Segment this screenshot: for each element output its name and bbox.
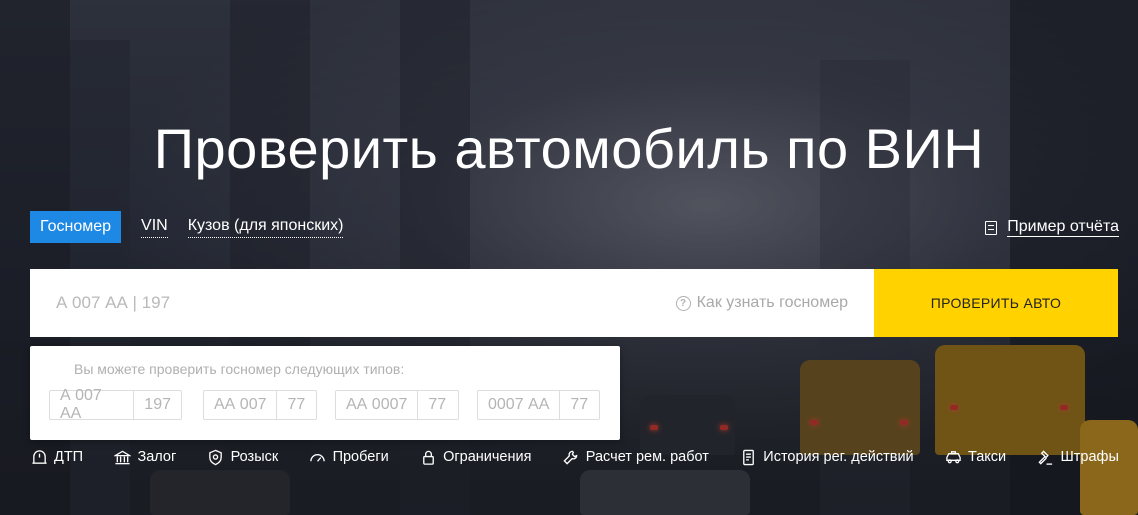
feature-label: Расчет рем. работ bbox=[585, 449, 709, 465]
plate-type-option[interactable]: АА 0007 77 bbox=[335, 390, 459, 420]
search-type-tabs: Госномер VIN Кузов (для японских) bbox=[30, 211, 363, 243]
check-car-button[interactable]: ПРОВЕРИТЬ АВТО bbox=[874, 269, 1118, 337]
search-bar: ? Как узнать госномер ПРОВЕРИТЬ АВТО bbox=[30, 269, 1118, 337]
feature-repair-cost[interactable]: Расчет рем. работ bbox=[562, 448, 709, 466]
plate-region: 77 bbox=[276, 391, 316, 419]
feature-pledge[interactable]: Залог bbox=[113, 448, 176, 466]
hint-label: Как узнать госномер bbox=[696, 294, 848, 311]
how-to-find-plate-link[interactable]: ? Как узнать госномер bbox=[675, 269, 874, 337]
wrench-icon bbox=[562, 448, 580, 466]
bank-icon bbox=[113, 448, 131, 466]
tab-vin[interactable]: VIN bbox=[141, 216, 168, 238]
feature-label: Розыск bbox=[230, 449, 279, 465]
sample-report-link[interactable]: Пример отчёта bbox=[985, 218, 1119, 237]
plate-region: 77 bbox=[417, 391, 458, 419]
feature-label: Пробеги bbox=[332, 449, 389, 465]
feature-label: ДТП bbox=[54, 449, 84, 465]
plate-number: 0007 АА bbox=[488, 396, 550, 413]
plate-number: А 007 АА bbox=[60, 387, 102, 422]
document-icon bbox=[985, 220, 998, 235]
feature-label: Штрафы bbox=[1060, 449, 1119, 465]
accident-icon bbox=[30, 448, 48, 466]
feature-label: История рег. действий bbox=[763, 449, 914, 465]
police-badge-icon bbox=[207, 448, 225, 466]
feature-mileage[interactable]: Пробеги bbox=[309, 448, 389, 466]
plate-types-dropdown: Вы можете проверить госномер следующих т… bbox=[30, 346, 620, 440]
plate-number: АА 0007 bbox=[346, 396, 408, 413]
feature-restrictions[interactable]: Ограничения bbox=[419, 448, 531, 466]
question-icon: ? bbox=[675, 295, 691, 311]
feature-fines[interactable]: Штрафы bbox=[1036, 448, 1119, 466]
plate-region: 197 bbox=[133, 391, 181, 419]
plate-number-input[interactable] bbox=[30, 269, 676, 337]
plate-type-option[interactable]: А 007 АА 197 bbox=[49, 387, 182, 422]
lock-icon bbox=[419, 448, 437, 466]
plate-type-option[interactable]: 0007 АА 77 bbox=[477, 390, 600, 420]
gavel-icon bbox=[1036, 448, 1054, 466]
feature-wanted[interactable]: Розыск bbox=[207, 448, 279, 466]
feature-registration-history[interactable]: История рег. действий bbox=[739, 448, 914, 466]
plate-region: 77 bbox=[559, 391, 599, 419]
feature-taxi[interactable]: Такси bbox=[944, 448, 1006, 466]
feature-label: Залог bbox=[137, 449, 177, 465]
page-title: Проверить автомобиль по ВИН bbox=[153, 116, 985, 180]
tab-body-number[interactable]: Кузов (для японских) bbox=[187, 216, 344, 238]
speedometer-icon bbox=[309, 448, 327, 466]
feature-accidents[interactable]: ДТП bbox=[30, 448, 83, 466]
feature-label: Ограничения bbox=[443, 449, 532, 465]
document-history-icon bbox=[739, 448, 757, 466]
tab-gosnomer[interactable]: Госномер bbox=[30, 211, 122, 243]
taxi-icon bbox=[944, 448, 962, 466]
plate-type-option[interactable]: АА 007 77 bbox=[203, 390, 317, 420]
feature-list: ДТП Залог Розыск Пробеги Ограничения Рас… bbox=[30, 448, 1119, 466]
plate-types-title: Вы можете проверить госномер следующих т… bbox=[74, 361, 405, 377]
plate-number: АА 007 bbox=[214, 396, 267, 413]
feature-label: Такси bbox=[968, 449, 1007, 465]
sample-report-label: Пример отчёта bbox=[1007, 218, 1119, 237]
